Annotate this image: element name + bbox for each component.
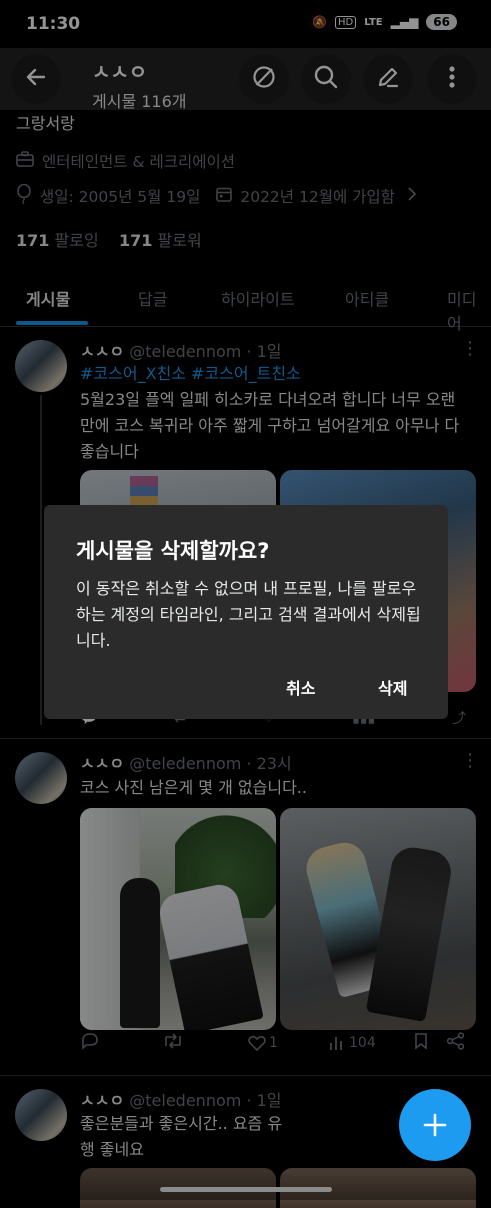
delete-post-dialog: 게시물을 삭제할까요? 이 동작은 취소할 수 없으며 내 프로필, 나를 팔로… (44, 505, 448, 719)
dialog-body: 이 동작은 취소할 수 없으며 내 프로필, 나를 팔로우하는 계정의 타임라인… (76, 579, 421, 650)
plus-icon (422, 1103, 448, 1147)
delete-button[interactable]: 삭제 (378, 675, 407, 699)
compose-button[interactable] (399, 1089, 471, 1161)
gesture-nav-handle[interactable] (160, 1187, 332, 1192)
dialog-title: 게시물을 삭제할까요? (76, 539, 270, 563)
cancel-button[interactable]: 취소 (286, 675, 315, 699)
